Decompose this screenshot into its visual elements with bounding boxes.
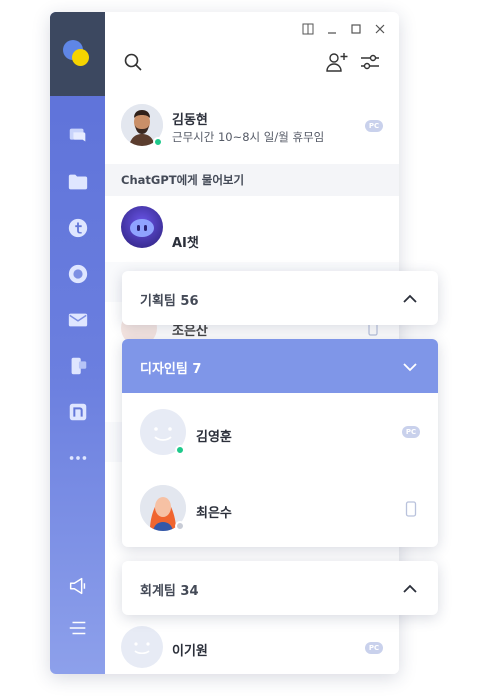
chat-icon[interactable] <box>66 124 89 147</box>
ai-section-title: ChatGPT에게 물어보기 <box>121 173 245 187</box>
chevron-up-icon[interactable] <box>402 291 418 305</box>
minimize-icon[interactable] <box>325 22 339 36</box>
group-header[interactable]: 디자인팀 7 <box>122 339 438 393</box>
ai-chat-label: AI챗 <box>172 236 199 251</box>
menu-icon[interactable] <box>66 616 89 639</box>
n-app-icon[interactable] <box>66 400 89 423</box>
t-app-icon[interactable] <box>66 216 89 239</box>
group-card-planning[interactable]: 기획팀 56 <box>122 271 438 325</box>
app-logo[interactable] <box>63 40 93 70</box>
record-icon[interactable] <box>66 262 89 285</box>
ai-section-header: ChatGPT에게 물어보기 <box>105 164 399 196</box>
more-icon[interactable] <box>66 446 89 469</box>
my-status-message: 근무시간 10~8시 일/월 휴무임 <box>172 130 325 144</box>
window-controls <box>301 22 387 36</box>
ai-chat-row[interactable]: AI챗 <box>105 196 399 256</box>
add-user-icon[interactable] <box>325 51 349 73</box>
group-header[interactable]: 기획팀 56 <box>122 271 438 325</box>
member-row[interactable]: 김영훈 PC <box>122 399 438 465</box>
contact-name: 이기원 <box>172 644 208 659</box>
search-icon[interactable] <box>123 52 143 72</box>
group-title: 기획팀 56 <box>140 294 199 309</box>
member-row[interactable]: 최은수 <box>122 475 438 541</box>
member-name: 김영훈 <box>196 430 232 445</box>
chevron-up-icon[interactable] <box>402 581 418 595</box>
group-card-design[interactable]: 디자인팀 7 김영훈 PC 최은수 <box>122 339 438 547</box>
group-title: 디자인팀 7 <box>140 362 202 377</box>
online-status-dot <box>175 445 185 455</box>
avatar <box>121 626 163 668</box>
megaphone-icon[interactable] <box>66 574 89 597</box>
group-header[interactable]: 회계팀 34 <box>122 561 438 615</box>
member-name: 최은수 <box>196 506 232 521</box>
pc-device-badge: PC <box>365 642 383 654</box>
close-icon[interactable] <box>373 22 387 36</box>
phone-copy-icon[interactable] <box>66 354 89 377</box>
offline-status-dot <box>175 521 185 531</box>
mobile-icon <box>405 501 417 517</box>
contact-row[interactable]: 이기원 PC <box>105 624 399 674</box>
my-name: 김동현 <box>172 113 208 128</box>
sidebar <box>50 12 105 674</box>
maximize-icon[interactable] <box>349 22 363 36</box>
filter-icon[interactable] <box>359 52 381 72</box>
group-title: 회계팀 34 <box>140 584 199 599</box>
pc-device-badge: PC <box>365 120 383 132</box>
pc-device-badge: PC <box>402 426 420 438</box>
ai-chat-avatar <box>121 206 163 248</box>
split-view-icon[interactable] <box>301 22 315 36</box>
sidebar-header <box>50 12 105 96</box>
my-profile-row[interactable]: 김동현 근무시간 10~8시 일/월 휴무임 PC <box>105 96 399 156</box>
group-card-accounting[interactable]: 회계팀 34 <box>122 561 438 615</box>
mail-icon[interactable] <box>66 308 89 331</box>
online-status-dot <box>153 137 163 147</box>
chevron-down-icon[interactable] <box>402 359 418 373</box>
folder-icon[interactable] <box>66 170 89 193</box>
